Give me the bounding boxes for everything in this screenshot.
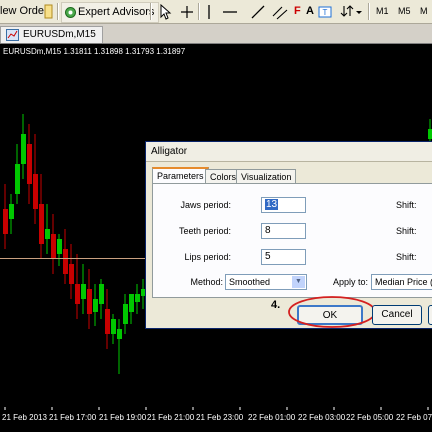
teeth-shift-label: Shift:: [396, 226, 417, 236]
candle-body: [51, 234, 56, 259]
candle-body: [129, 294, 134, 312]
tab-visualization[interactable]: Visualization: [236, 169, 297, 184]
apply-to-value: Median Price (H: [375, 277, 432, 287]
crosshair-icon[interactable]: [180, 5, 194, 19]
cancel-button[interactable]: Cancel: [372, 305, 422, 325]
candle-body: [87, 289, 92, 314]
time-axis: 21 Feb 2013 21 Feb 17:00 21 Feb 19:00 21…: [0, 407, 432, 432]
text-tool-icon[interactable]: A: [306, 2, 314, 21]
timeframe-m15-button[interactable]: M: [420, 2, 428, 21]
time-label: 22 Feb 05:00: [346, 413, 394, 422]
label-tool-icon[interactable]: T: [318, 5, 332, 19]
fibonacci-icon[interactable]: F: [294, 2, 301, 21]
tab-parameters[interactable]: Parameters: [152, 167, 209, 183]
time-axis-ticks: [4, 407, 429, 410]
chevron-down-icon: ▼: [292, 276, 305, 288]
teeth-period-input[interactable]: 8: [261, 223, 306, 239]
reset-button[interactable]: [428, 305, 432, 325]
expert-advisors-icon: [65, 7, 76, 18]
candle-body: [27, 144, 32, 184]
candle-body: [93, 299, 98, 312]
timeframe-m5-button[interactable]: M5: [398, 2, 411, 21]
candle-body: [428, 129, 432, 139]
toolbar-separator: [57, 3, 59, 20]
alligator-dialog: Alligator Parameters Colors Visualizatio…: [145, 141, 432, 329]
candle-body: [3, 209, 8, 234]
time-label: 22 Feb 01:00: [248, 413, 296, 422]
time-label: 22 Feb 07:: [396, 413, 432, 422]
candle-body: [117, 329, 122, 339]
toolbar: lew Order Expert Advisors F A T M1 M5 M: [0, 0, 432, 24]
candle-body: [99, 284, 104, 304]
toolbar-separator: [150, 3, 152, 20]
candle-body: [9, 204, 14, 219]
time-label: 22 Feb 03:00: [298, 413, 346, 422]
chart-window-icon: [6, 29, 19, 41]
highlight-ellipse: [288, 296, 376, 328]
arrows-dropdown-icon[interactable]: [340, 4, 364, 20]
jaws-period-label: Jaws period:: [180, 200, 231, 210]
timeframe-m1-button[interactable]: M1: [376, 2, 389, 21]
candle-body: [39, 204, 44, 244]
candle-body: [21, 134, 26, 164]
candle-body: [45, 229, 50, 239]
vertical-line-icon[interactable]: [204, 4, 214, 20]
new-order-button[interactable]: lew Order: [0, 2, 48, 21]
time-label: 21 Feb 19:00: [99, 413, 147, 422]
jaws-period-value: 13: [265, 199, 279, 210]
svg-text:T: T: [323, 8, 328, 17]
teeth-period-label: Teeth period:: [178, 226, 231, 236]
method-label: Method:: [190, 277, 223, 287]
alligator-line: [0, 258, 145, 259]
lips-period-label: Lips period:: [184, 252, 231, 262]
equidistant-channel-icon[interactable]: [272, 4, 288, 20]
toolbar-separator: [198, 3, 200, 20]
lips-shift-label: Shift:: [396, 252, 417, 262]
time-label: 21 Feb 17:00: [49, 413, 97, 422]
method-select[interactable]: Smoothed ▼: [225, 274, 307, 290]
candle-body: [81, 284, 86, 299]
time-label: 21 Feb 21:00: [147, 413, 195, 422]
apply-to-label: Apply to:: [333, 277, 369, 287]
toolbar-separator: [368, 3, 370, 20]
candle-body: [105, 309, 110, 334]
parameters-panel: Jaws period: 13 Shift: Teeth period: 8 S…: [152, 183, 432, 298]
order-icon: [44, 4, 53, 19]
horizontal-line-icon[interactable]: [222, 4, 238, 20]
dialog-title: Alligator: [146, 142, 432, 162]
time-label: 21 Feb 23:00: [196, 413, 244, 422]
candle-body: [63, 249, 68, 274]
candle-body: [69, 264, 74, 284]
lips-period-input[interactable]: 5: [261, 249, 306, 265]
candle-body: [111, 319, 116, 334]
step-annotation: 4.: [271, 299, 281, 311]
chart-tab-bar: EURUSDm,M15: [0, 24, 432, 44]
candle-body: [123, 304, 128, 324]
candle-body: [57, 239, 62, 254]
jaws-period-input[interactable]: 13: [261, 197, 306, 213]
cursor-icon[interactable]: [158, 4, 172, 20]
jaws-shift-label: Shift:: [396, 200, 417, 210]
method-value: Smoothed: [229, 277, 271, 287]
candle-body: [75, 284, 80, 304]
expert-advisors-button[interactable]: Expert Advisors: [61, 2, 160, 23]
tab-eurusdm-m15[interactable]: EURUSDm,M15: [0, 26, 103, 43]
candle-body: [15, 164, 20, 194]
apply-to-select[interactable]: Median Price (H: [371, 274, 432, 290]
tab-label: EURUSDm,M15: [23, 29, 96, 40]
candle-body: [33, 174, 38, 209]
candle-body: [135, 294, 140, 302]
time-label: 21 Feb 2013: [2, 413, 47, 422]
trendline-icon[interactable]: [250, 4, 266, 20]
expert-advisors-label: Expert Advisors: [78, 6, 155, 18]
chart-title: EURUSDm,M15 1.31811 1.31898 1.31793 1.31…: [3, 47, 186, 56]
